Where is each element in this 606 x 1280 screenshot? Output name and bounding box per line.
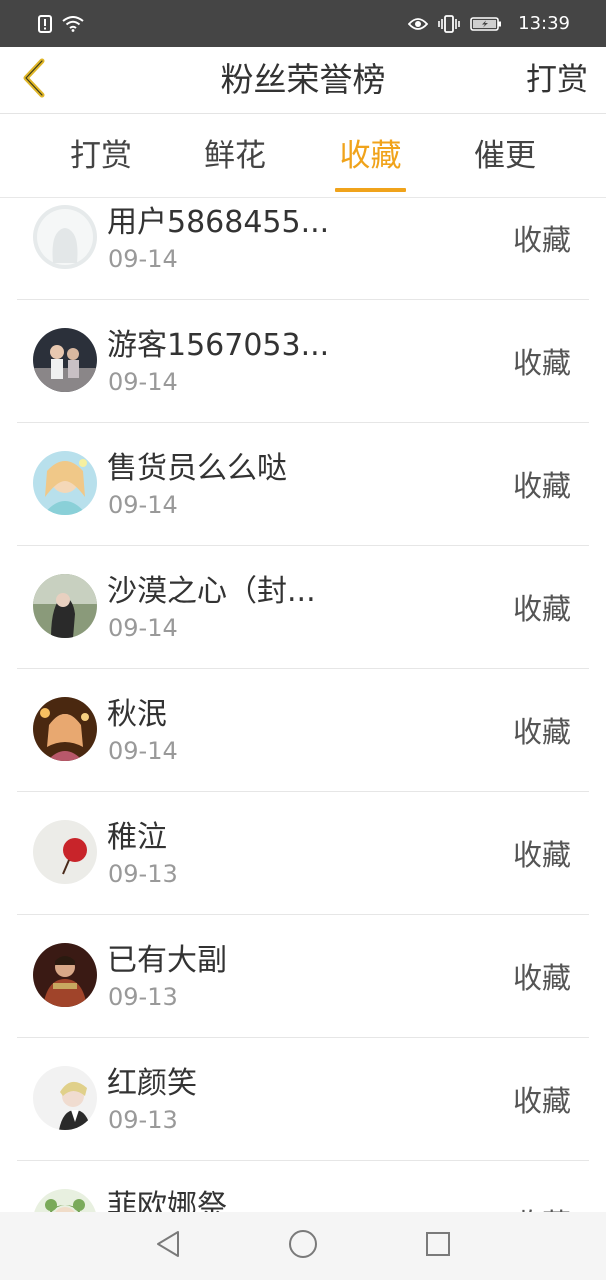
action-label: 收藏 bbox=[512, 1084, 571, 1118]
tab-reward[interactable]: 打赏 bbox=[67, 114, 135, 197]
status-right: 13:39 bbox=[408, 13, 570, 34]
date: 09-14 bbox=[108, 245, 178, 273]
fan-list[interactable]: 用户5868455... 09-14 收藏 游客1567053... 09-14… bbox=[0, 198, 606, 1212]
user-name: 用户5868455... bbox=[107, 205, 330, 240]
page-title: 粉丝荣誉榜 bbox=[220, 60, 386, 99]
avatar bbox=[33, 451, 97, 515]
reward-button[interactable]: 打赏 bbox=[526, 47, 588, 113]
action-label: 收藏 bbox=[512, 715, 571, 749]
nav-recents-button[interactable] bbox=[422, 1230, 454, 1262]
user-name: 售货员么么哒 bbox=[107, 451, 287, 486]
avatar bbox=[33, 697, 97, 761]
action-label: 收藏 bbox=[512, 223, 571, 257]
action-label: 收藏 bbox=[512, 961, 571, 995]
date: 09-13 bbox=[108, 983, 178, 1011]
list-item[interactable]: 售货员么么哒 09-14 收藏 bbox=[17, 423, 589, 546]
triangle-back-icon bbox=[154, 1229, 182, 1263]
avatar bbox=[33, 943, 97, 1007]
user-name: 稚泣 bbox=[107, 820, 167, 855]
date: 09-14 bbox=[108, 491, 178, 519]
avatar bbox=[33, 1189, 97, 1212]
action-label: 收藏 bbox=[512, 592, 571, 626]
action-label: 收藏 bbox=[512, 469, 571, 503]
list-item[interactable]: 游客1567053... 09-14 收藏 bbox=[17, 300, 589, 423]
tab-label: 催更 bbox=[474, 138, 536, 174]
user-name: 已有大副 bbox=[107, 943, 227, 978]
date: 09-14 bbox=[108, 737, 178, 765]
tab-bar: 打赏 鲜花 收藏 催更 bbox=[0, 114, 606, 198]
nav-home-button[interactable] bbox=[287, 1230, 319, 1262]
action-label: 收藏 bbox=[512, 838, 571, 872]
circle-home-icon bbox=[288, 1229, 318, 1263]
header: 粉丝荣誉榜 打赏 bbox=[0, 47, 606, 114]
avatar bbox=[33, 1066, 97, 1130]
avatar bbox=[33, 574, 97, 638]
tab-label: 收藏 bbox=[339, 138, 402, 174]
list-item[interactable]: 稚泣 09-13 收藏 bbox=[17, 792, 589, 915]
avatar bbox=[33, 328, 97, 392]
status-time: 13:39 bbox=[518, 13, 570, 34]
nav-back-button[interactable] bbox=[152, 1230, 184, 1262]
list-item[interactable]: 用户5868455... 09-14 收藏 bbox=[17, 198, 589, 300]
user-name: 沙漠之心（封... bbox=[107, 574, 316, 609]
user-name: 秋泯 bbox=[107, 697, 167, 732]
tab-flowers[interactable]: 鲜花 bbox=[201, 114, 269, 197]
list-item[interactable]: 菲欧娜祭 收藏 bbox=[17, 1161, 589, 1212]
list-item[interactable]: 秋泯 09-14 收藏 bbox=[17, 669, 589, 792]
date: 09-14 bbox=[108, 614, 178, 642]
battery-icon bbox=[470, 16, 502, 32]
user-name: 菲欧娜祭 bbox=[107, 1189, 227, 1212]
avatar bbox=[33, 820, 97, 884]
tab-label: 打赏 bbox=[70, 138, 132, 174]
avatar bbox=[33, 205, 97, 269]
tab-active-indicator bbox=[335, 188, 406, 192]
list-item[interactable]: 已有大副 09-13 收藏 bbox=[17, 915, 589, 1038]
date: 09-13 bbox=[108, 1106, 178, 1134]
system-nav-bar bbox=[0, 1212, 606, 1280]
action-label: 收藏 bbox=[512, 346, 571, 380]
tab-label: 鲜花 bbox=[204, 138, 266, 174]
tab-favorites[interactable]: 收藏 bbox=[335, 114, 406, 197]
wifi-icon bbox=[62, 15, 84, 32]
action-label: 收藏 bbox=[513, 1201, 571, 1212]
status-bar: 13:39 bbox=[0, 0, 606, 47]
tab-urge-update[interactable]: 催更 bbox=[470, 114, 540, 197]
fan-list-content: 用户5868455... 09-14 收藏 游客1567053... 09-14… bbox=[0, 198, 606, 1212]
date: 09-14 bbox=[108, 368, 178, 396]
list-item[interactable]: 红颜笑 09-13 收藏 bbox=[17, 1038, 589, 1161]
status-left bbox=[38, 14, 84, 33]
sim-alert-icon bbox=[38, 14, 52, 33]
list-item[interactable]: 沙漠之心（封... 09-14 收藏 bbox=[17, 546, 589, 669]
date: 09-13 bbox=[108, 860, 178, 888]
eye-icon bbox=[408, 17, 429, 31]
user-name: 游客1567053... bbox=[107, 328, 330, 363]
vibrate-icon bbox=[438, 14, 460, 33]
user-name: 红颜笑 bbox=[107, 1066, 197, 1101]
square-recents-icon bbox=[424, 1230, 452, 1262]
